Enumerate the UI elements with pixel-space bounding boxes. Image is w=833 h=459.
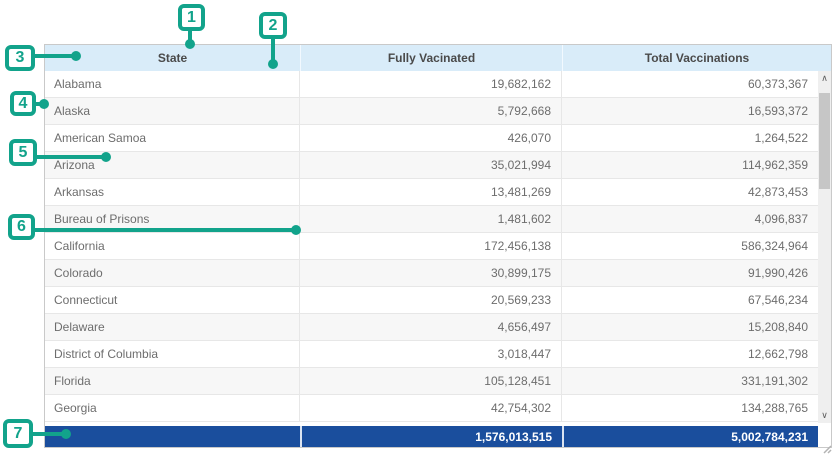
fully-vaccinated-cell: 13,481,269 xyxy=(300,179,562,205)
callout-1-dot xyxy=(185,39,195,49)
fully-vaccinated-cell: 35,021,994 xyxy=(300,152,562,178)
callout-1: 1 xyxy=(178,4,205,31)
table-row[interactable]: Alabama 19,682,162 60,373,367 xyxy=(45,71,818,98)
scrollbar-thumb[interactable] xyxy=(819,93,830,189)
total-vaccinations-cell: 42,873,453 xyxy=(562,179,818,205)
callout-2-connector xyxy=(271,37,275,61)
callout-3: 3 xyxy=(5,45,35,71)
callout-5: 5 xyxy=(9,139,37,166)
callout-3-dot xyxy=(71,51,81,61)
fully-vaccinated-cell: 42,754,302 xyxy=(300,395,562,421)
totals-state-cell xyxy=(45,426,300,447)
totals-total-vaccinations-cell: 5,002,784,231 xyxy=(562,426,818,447)
callout-6-dot xyxy=(291,225,301,235)
callout-2-dot xyxy=(268,59,278,69)
callout-4: 4 xyxy=(10,91,36,116)
table-row[interactable]: District of Columbia 3,018,447 12,662,79… xyxy=(45,341,818,368)
table-row[interactable]: California 172,456,138 586,324,964 xyxy=(45,233,818,260)
column-header-total-vaccinations[interactable]: Total Vaccinations xyxy=(562,45,831,71)
fully-vaccinated-cell: 30,899,175 xyxy=(300,260,562,286)
callout-7: 7 xyxy=(3,419,33,448)
callout-3-connector xyxy=(33,54,74,58)
callout-6: 6 xyxy=(8,214,35,240)
total-vaccinations-cell: 12,662,798 xyxy=(562,341,818,367)
fully-vaccinated-cell: 20,569,233 xyxy=(300,287,562,313)
callout-7-dot xyxy=(61,429,71,439)
total-vaccinations-cell: 134,288,765 xyxy=(562,395,818,421)
total-vaccinations-cell: 331,191,302 xyxy=(562,368,818,394)
fully-vaccinated-cell: 172,456,138 xyxy=(300,233,562,259)
total-vaccinations-cell: 4,096,837 xyxy=(562,206,818,232)
total-vaccinations-cell: 586,324,964 xyxy=(562,233,818,259)
state-cell: Alabama xyxy=(45,71,300,97)
total-vaccinations-cell: 67,546,234 xyxy=(562,287,818,313)
table-row[interactable]: Delaware 4,656,497 15,208,840 xyxy=(45,314,818,341)
resize-grip-icon[interactable] xyxy=(820,441,832,451)
callout-2: 2 xyxy=(259,12,287,39)
total-vaccinations-cell: 114,962,359 xyxy=(562,152,818,178)
vertical-scrollbar[interactable]: ∧ ∨ xyxy=(818,71,831,423)
state-cell: California xyxy=(45,233,300,259)
fully-vaccinated-cell: 4,656,497 xyxy=(300,314,562,340)
totals-fully-vaccinated-cell: 1,576,013,515 xyxy=(300,426,562,447)
table-row[interactable]: American Samoa 426,070 1,264,522 xyxy=(45,125,818,152)
state-cell: District of Columbia xyxy=(45,341,300,367)
table-header-row: State Fully Vacinated Total Vaccinations xyxy=(45,45,831,71)
table-row[interactable]: Alaska 5,792,668 16,593,372 xyxy=(45,98,818,125)
state-cell: American Samoa xyxy=(45,125,300,151)
table-row[interactable]: Connecticut 20,569,233 67,546,234 xyxy=(45,287,818,314)
state-cell: Delaware xyxy=(45,314,300,340)
total-vaccinations-cell: 60,373,367 xyxy=(562,71,818,97)
table-row[interactable]: Florida 105,128,451 331,191,302 xyxy=(45,368,818,395)
table-row[interactable]: Arkansas 13,481,269 42,873,453 xyxy=(45,179,818,206)
callout-5-dot xyxy=(101,152,111,162)
table-totals-row: 1,576,013,515 5,002,784,231 xyxy=(45,426,818,447)
state-cell: Arkansas xyxy=(45,179,300,205)
state-cell: Florida xyxy=(45,368,300,394)
state-cell: Colorado xyxy=(45,260,300,286)
total-vaccinations-cell: 91,990,426 xyxy=(562,260,818,286)
state-cell: Georgia xyxy=(45,395,300,421)
table-row[interactable]: Georgia 42,754,302 134,288,765 xyxy=(45,395,818,422)
fully-vaccinated-cell: 1,481,602 xyxy=(300,206,562,232)
callout-4-dot xyxy=(39,99,49,109)
table-row[interactable]: Arizona 35,021,994 114,962,359 xyxy=(45,152,818,179)
total-vaccinations-cell: 16,593,372 xyxy=(562,98,818,124)
table-row[interactable]: Colorado 30,899,175 91,990,426 xyxy=(45,260,818,287)
scroll-down-icon[interactable]: ∨ xyxy=(818,408,831,423)
fully-vaccinated-cell: 5,792,668 xyxy=(300,98,562,124)
column-header-state[interactable]: State xyxy=(45,45,300,71)
fully-vaccinated-cell: 19,682,162 xyxy=(300,71,562,97)
total-vaccinations-cell: 15,208,840 xyxy=(562,314,818,340)
scroll-up-icon[interactable]: ∧ xyxy=(818,71,831,86)
column-header-fully-vaccinated[interactable]: Fully Vacinated xyxy=(300,45,562,71)
fully-vaccinated-cell: 105,128,451 xyxy=(300,368,562,394)
callout-5-connector xyxy=(35,155,104,159)
callout-6-connector xyxy=(33,228,294,232)
fully-vaccinated-cell: 3,018,447 xyxy=(300,341,562,367)
callout-7-connector xyxy=(31,432,65,436)
table-body: Alabama 19,682,162 60,373,367 Alaska 5,7… xyxy=(45,71,818,422)
state-cell: Connecticut xyxy=(45,287,300,313)
state-cell: Alaska xyxy=(45,98,300,124)
list-table: State Fully Vacinated Total Vaccinations… xyxy=(44,44,832,448)
total-vaccinations-cell: 1,264,522 xyxy=(562,125,818,151)
fully-vaccinated-cell: 426,070 xyxy=(300,125,562,151)
